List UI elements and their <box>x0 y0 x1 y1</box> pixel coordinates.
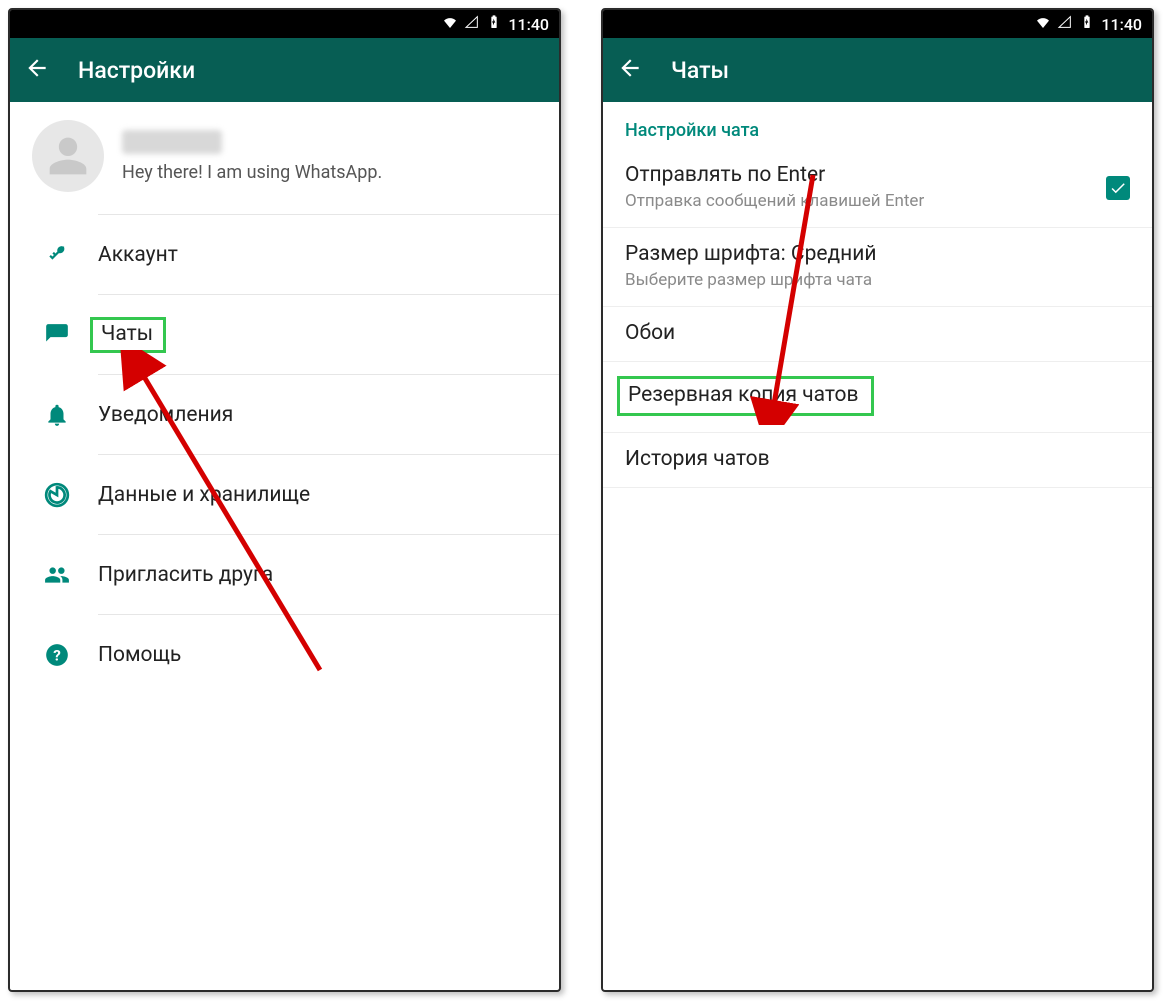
settings-item-data[interactable]: Данные и хранилище <box>98 455 559 535</box>
option-wallpaper[interactable]: Обои <box>603 307 1152 362</box>
option-primary: Размер шрифта: Средний <box>625 242 1130 266</box>
bell-icon <box>44 402 70 428</box>
profile-name-blurred <box>122 130 222 154</box>
settings-item-chats[interactable]: Чаты <box>98 295 559 375</box>
status-time: 11:40 <box>508 15 549 34</box>
option-primary: Отправлять по Enter <box>625 163 1130 187</box>
app-bar: Чаты <box>603 38 1152 102</box>
highlight-box: Резервная копия чатов <box>617 376 874 416</box>
settings-label: Чаты <box>98 317 166 353</box>
option-secondary: Отправка сообщений клавишей Enter <box>625 191 1130 211</box>
settings-item-notifications[interactable]: Уведомления <box>98 375 559 455</box>
phone-settings: 11:40 Настройки Hey there! I am using Wh… <box>8 8 561 992</box>
status-bar: 11:40 <box>603 10 1152 38</box>
svg-text:?: ? <box>53 646 61 664</box>
profile-status: Hey there! I am using WhatsApp. <box>122 162 382 183</box>
settings-label: Уведомления <box>98 403 233 427</box>
back-arrow-icon[interactable] <box>617 55 643 85</box>
phone-chats: 11:40 Чаты Настройки чата Отправлять по … <box>601 8 1154 992</box>
help-icon: ? <box>44 642 70 668</box>
signal-icon <box>464 14 480 34</box>
app-bar: Настройки <box>10 38 559 102</box>
signal-icon <box>1057 14 1073 34</box>
wifi-icon <box>442 14 458 34</box>
option-font-size[interactable]: Размер шрифта: Средний Выберите размер ш… <box>603 228 1152 307</box>
option-secondary: Выберите размер шрифта чата <box>625 270 1130 290</box>
settings-item-account[interactable]: Аккаунт <box>98 215 559 295</box>
option-primary: Резервная копия чатов <box>628 383 859 407</box>
option-chat-backup[interactable]: Резервная копия чатов <box>603 362 1152 433</box>
option-primary: Обои <box>625 321 1130 345</box>
settings-label: Аккаунт <box>98 243 178 267</box>
settings-label: Помощь <box>98 643 181 667</box>
battery-icon <box>1079 14 1095 34</box>
option-enter-to-send[interactable]: Отправлять по Enter Отправка сообщений к… <box>603 149 1152 228</box>
settings-label: Пригласить друга <box>98 563 273 587</box>
option-primary: История чатов <box>625 447 1130 471</box>
appbar-title: Чаты <box>671 57 729 84</box>
data-usage-icon <box>44 482 70 508</box>
back-arrow-icon[interactable] <box>24 55 50 85</box>
settings-item-invite[interactable]: Пригласить друга <box>98 535 559 615</box>
status-time: 11:40 <box>1101 15 1142 34</box>
checkbox-checked[interactable] <box>1106 176 1130 200</box>
key-icon <box>44 242 70 268</box>
settings-label: Данные и хранилище <box>98 483 310 507</box>
people-icon <box>44 562 70 588</box>
status-bar: 11:40 <box>10 10 559 38</box>
battery-icon <box>486 14 502 34</box>
chat-icon <box>44 322 70 348</box>
option-chat-history[interactable]: История чатов <box>603 433 1152 488</box>
appbar-title: Настройки <box>78 57 195 84</box>
profile-row[interactable]: Hey there! I am using WhatsApp. <box>10 102 559 214</box>
settings-item-help[interactable]: ? Помощь <box>98 615 559 695</box>
section-heading: Настройки чата <box>603 102 1152 149</box>
highlight-box: Чаты <box>90 317 166 353</box>
avatar <box>32 120 104 192</box>
wifi-icon <box>1035 14 1051 34</box>
